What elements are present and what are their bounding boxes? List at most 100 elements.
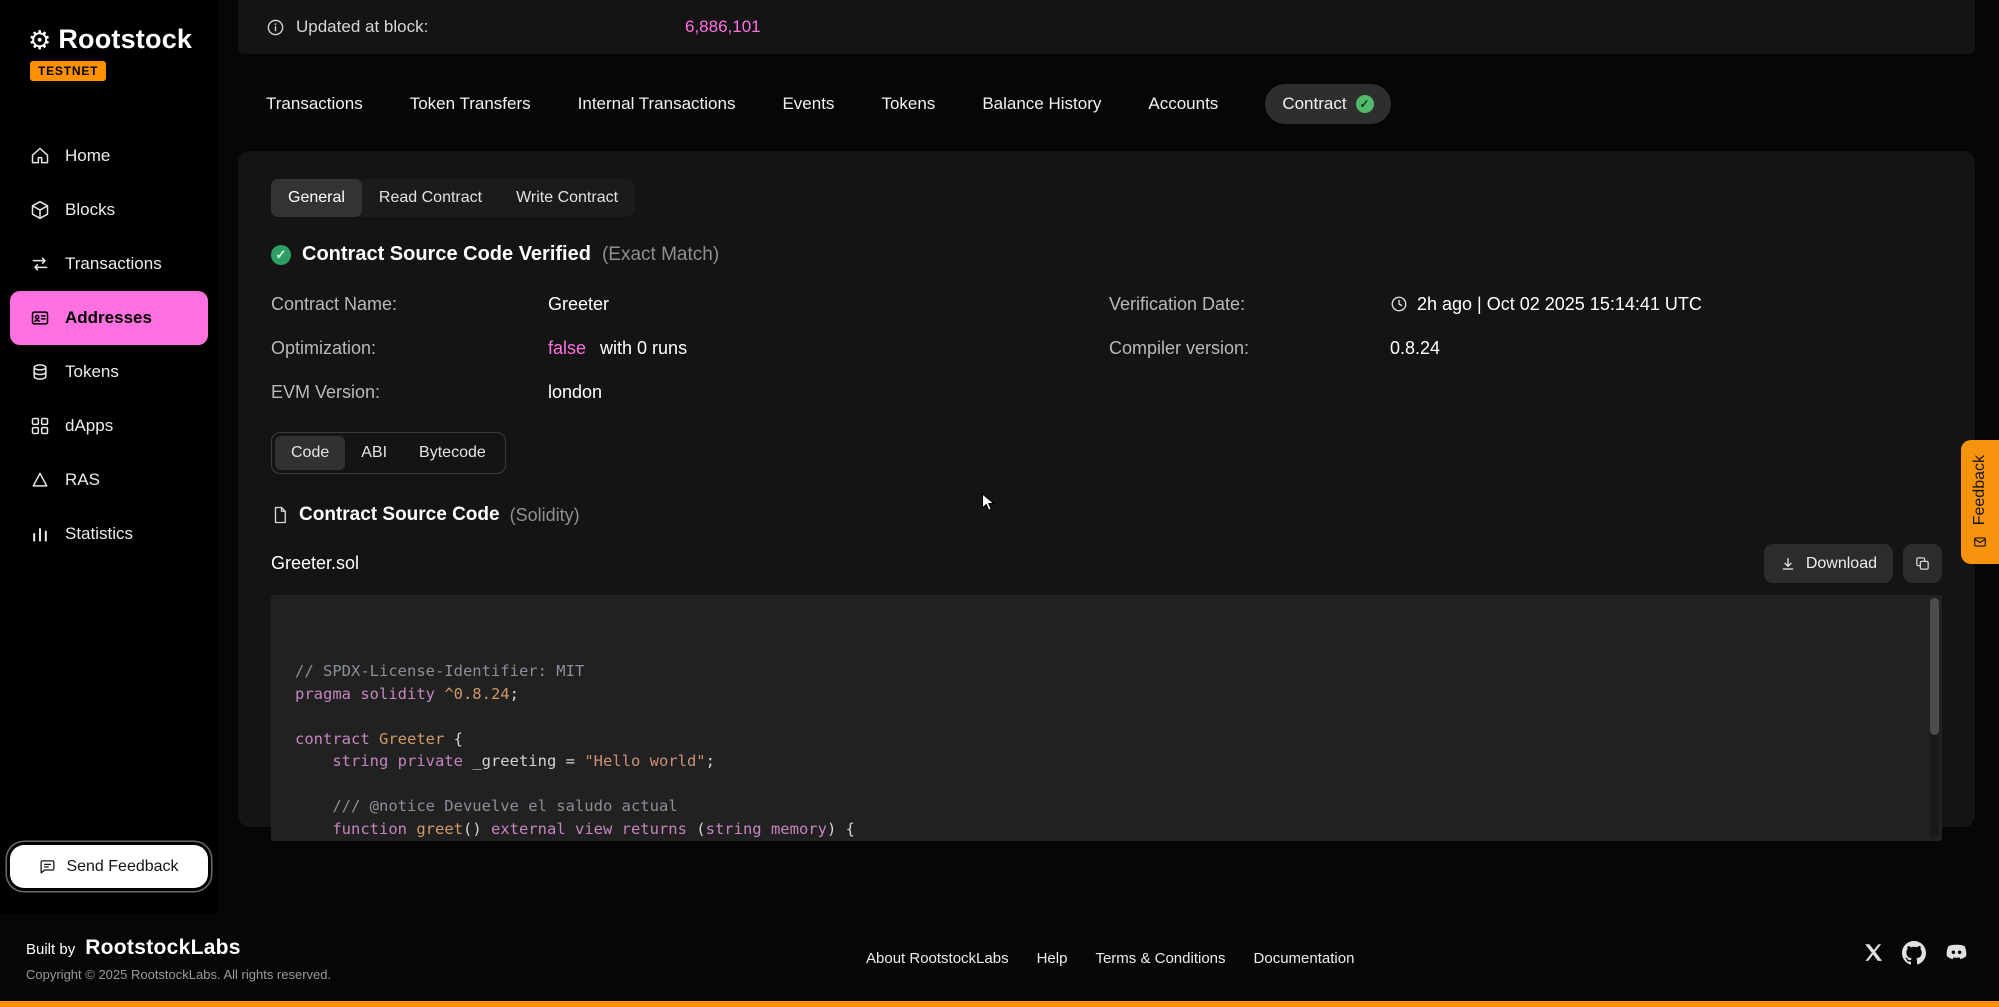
footer-link-terms[interactable]: Terms & Conditions	[1095, 950, 1225, 967]
subtab-read-contract[interactable]: Read Contract	[362, 179, 499, 217]
verified-check-icon: ✓	[1356, 95, 1374, 113]
footer: Built by RootstockLabs Copyright © 2025 …	[0, 914, 1999, 1001]
tab-events[interactable]: Events	[782, 94, 834, 114]
id-card-icon	[30, 308, 50, 328]
code-tab-bytecode[interactable]: Bytecode	[403, 436, 502, 470]
updated-at-block-label: Updated at block:	[296, 17, 428, 37]
source-file-name: Greeter.sol	[271, 553, 359, 574]
send-feedback-button[interactable]: Send Feedback	[10, 845, 208, 888]
code-tab-code[interactable]: Code	[275, 436, 345, 470]
sidebar-item-label: Blocks	[65, 200, 115, 220]
compiler-version-label: Compiler version:	[1109, 338, 1390, 359]
code-line: pragma solidity ^0.8.24;	[295, 683, 1918, 706]
tab-tokens[interactable]: Tokens	[881, 94, 935, 114]
subtab-general[interactable]: General	[271, 179, 362, 217]
feedback-message-icon	[39, 858, 56, 875]
tab-internal-transactions[interactable]: Internal Transactions	[578, 94, 736, 114]
cube-icon	[30, 200, 50, 220]
copy-icon	[1914, 555, 1931, 572]
feedback-tab-label: Feedback	[1971, 455, 1989, 525]
source-code-language: (Solidity)	[510, 505, 580, 526]
x-twitter-icon[interactable]	[1863, 942, 1884, 963]
github-icon[interactable]	[1902, 941, 1926, 965]
sidebar-item-label: Transactions	[65, 254, 162, 274]
tab-accounts[interactable]: Accounts	[1148, 94, 1218, 114]
sidebar-item-ras[interactable]: RAS	[0, 453, 218, 507]
sidebar-nav: Home Blocks Transactions Addresses	[0, 129, 218, 561]
updated-block-strip: Updated at block: 6,886,101	[238, 0, 1975, 54]
contract-card: General Read Contract Write Contract ✓ C…	[238, 151, 1975, 827]
code-tab-abi[interactable]: ABI	[345, 436, 403, 470]
verification-date-label: Verification Date:	[1109, 294, 1390, 315]
tab-contract[interactable]: Contract ✓	[1265, 84, 1390, 124]
page: ⚙ Rootstock TESTNET Home Blocks T	[0, 0, 1999, 1007]
footer-link-documentation[interactable]: Documentation	[1254, 950, 1355, 967]
compiler-version-value: 0.8.24	[1390, 338, 1440, 359]
verification-date-text: 2h ago | Oct 02 2025 15:14:41 UTC	[1417, 294, 1702, 315]
sidebar-item-transactions[interactable]: Transactions	[0, 237, 218, 291]
code-line: return _greeting;	[295, 840, 1918, 841]
triangle-icon	[30, 470, 50, 490]
code-content: // SPDX-License-Identifier: MITpragma so…	[295, 660, 1918, 841]
rootstock-gear-icon: ⚙	[28, 27, 51, 53]
download-icon	[1780, 556, 1796, 572]
code-scrollbar-thumb[interactable]	[1930, 598, 1939, 735]
field-contract-name: Contract Name: Greeter	[271, 282, 1109, 326]
subtab-write-contract[interactable]: Write Contract	[499, 179, 635, 217]
verified-banner: ✓ Contract Source Code Verified (Exact M…	[271, 243, 1942, 266]
footer-link-about[interactable]: About RootstockLabs	[866, 950, 1009, 967]
optimization-value: false with 0 runs	[548, 338, 687, 359]
sidebar-item-statistics[interactable]: Statistics	[0, 507, 218, 561]
contract-subtabs: General Read Contract Write Contract	[271, 179, 635, 217]
fields-left-column: Contract Name: Greeter Optimization: fal…	[271, 282, 1109, 414]
code-scrollbar[interactable]	[1930, 598, 1939, 838]
tab-balance-history[interactable]: Balance History	[982, 94, 1101, 114]
info-icon	[266, 18, 285, 37]
sidebar-item-dapps[interactable]: dApps	[0, 399, 218, 453]
brand-name: Rootstock	[58, 24, 192, 55]
block-number-link[interactable]: 6,886,101	[685, 17, 761, 37]
evm-version-value: london	[548, 382, 602, 403]
evm-version-label: EVM Version:	[271, 382, 548, 403]
clock-icon	[1390, 295, 1408, 313]
source-code-title: Contract Source Code	[299, 504, 500, 526]
brand-logo[interactable]: ⚙ Rootstock	[0, 0, 218, 55]
footer-links: About RootstockLabs Help Terms & Conditi…	[866, 950, 1354, 967]
source-code-header: Contract Source Code (Solidity)	[271, 504, 1942, 526]
built-by-label: Built by	[26, 941, 75, 958]
discord-icon[interactable]	[1944, 940, 1969, 965]
swap-arrows-icon	[30, 254, 50, 274]
sidebar-item-home[interactable]: Home	[0, 129, 218, 183]
tab-token-transfers[interactable]: Token Transfers	[410, 94, 531, 114]
mail-icon	[1973, 535, 1987, 549]
copy-source-button[interactable]	[1903, 544, 1942, 583]
copyright-text: Copyright © 2025 RootstockLabs. All righ…	[26, 967, 331, 982]
download-button[interactable]: Download	[1764, 544, 1893, 583]
sidebar-item-addresses[interactable]: Addresses	[10, 291, 208, 345]
grid-icon	[30, 416, 50, 436]
tab-transactions[interactable]: Transactions	[266, 94, 363, 114]
code-line: /// @notice Devuelve el saludo actual	[295, 795, 1918, 818]
tab-contract-label: Contract	[1282, 94, 1346, 114]
rootstocklabs-wordmark[interactable]: RootstockLabs	[85, 936, 241, 960]
sidebar-item-tokens[interactable]: Tokens	[0, 345, 218, 399]
code-line	[295, 773, 1918, 796]
bar-chart-icon	[30, 524, 50, 544]
source-code-viewer[interactable]: // SPDX-License-Identifier: MITpragma so…	[271, 595, 1942, 841]
sidebar-item-blocks[interactable]: Blocks	[0, 183, 218, 237]
source-file-row: Greeter.sol Download	[271, 544, 1942, 583]
verification-date-value: 2h ago | Oct 02 2025 15:14:41 UTC	[1390, 294, 1702, 315]
code-line: // SPDX-License-Identifier: MIT	[295, 660, 1918, 683]
footer-social	[1863, 940, 1969, 965]
code-view-switcher: Code ABI Bytecode	[271, 432, 506, 474]
footer-link-help[interactable]: Help	[1037, 950, 1068, 967]
document-icon	[271, 505, 289, 525]
sidebar-item-label: Addresses	[65, 308, 152, 328]
address-tabs: Transactions Token Transfers Internal Tr…	[238, 84, 1975, 124]
coins-icon	[30, 362, 50, 382]
sidebar-item-label: RAS	[65, 470, 100, 490]
field-compiler-version: Compiler version: 0.8.24	[1109, 326, 1942, 370]
built-by-row: Built by RootstockLabs	[26, 936, 331, 960]
field-verification-date: Verification Date: 2h ago | Oct 02 2025 …	[1109, 282, 1942, 326]
feedback-side-tab[interactable]: Feedback	[1961, 440, 1999, 564]
